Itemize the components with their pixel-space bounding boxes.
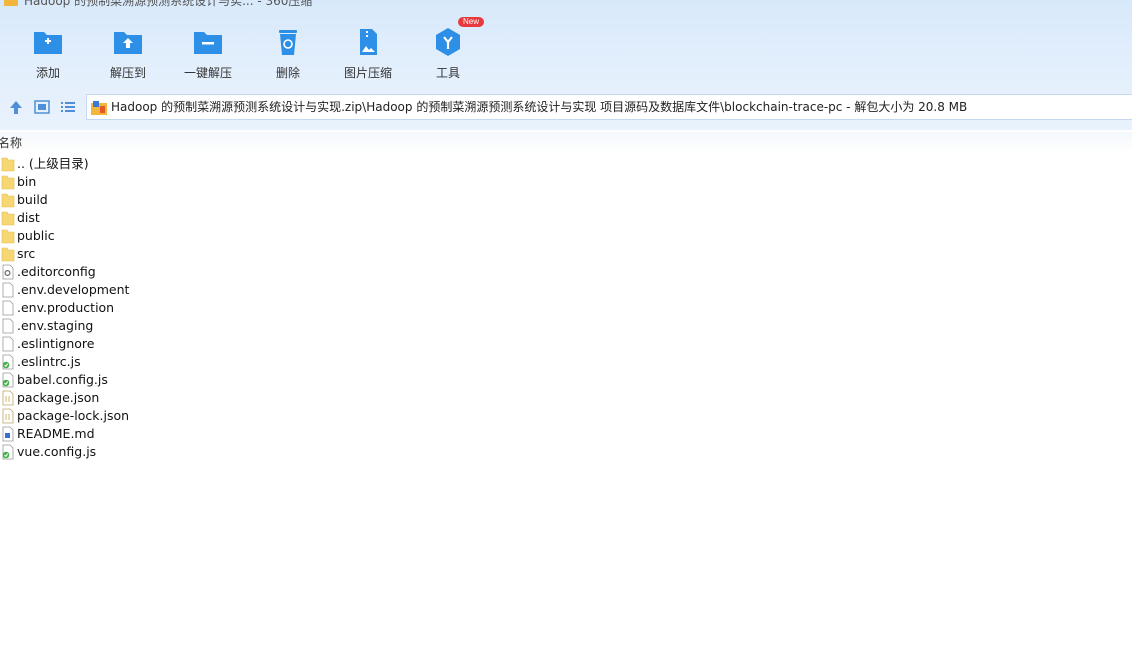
extract-to-icon bbox=[114, 32, 142, 54]
file-name: .env.development bbox=[17, 282, 130, 297]
js-file-icon bbox=[1, 354, 15, 370]
file-list: .. (上级目录) bin build dist public src .editorcon… bbox=[0, 155, 1132, 461]
file-icon bbox=[1, 336, 15, 352]
file-name: build bbox=[17, 192, 48, 207]
file-name: .env.staging bbox=[17, 318, 94, 333]
file-name: vue.config.js bbox=[17, 444, 97, 459]
file-icon bbox=[1, 300, 15, 316]
config-file-icon bbox=[1, 264, 15, 280]
folder-icon bbox=[1, 246, 15, 262]
file-name: package-lock.json bbox=[17, 408, 130, 423]
up-arrow-icon[interactable] bbox=[7, 98, 25, 116]
file-name: package.json bbox=[17, 390, 100, 405]
file-list-item[interactable]: README.md bbox=[0, 425, 1132, 443]
file-list-item[interactable]: .eslintignore bbox=[0, 335, 1132, 353]
one-click-extract-button[interactable]: 一键解压 bbox=[168, 22, 248, 82]
file-list-item[interactable]: public bbox=[0, 227, 1132, 245]
delete-label: 删除 bbox=[275, 66, 300, 80]
image-compress-icon bbox=[360, 29, 377, 55]
file-list-item[interactable]: babel.config.js bbox=[0, 371, 1132, 389]
file-icon bbox=[1, 282, 15, 298]
file-list-item[interactable]: package.json bbox=[0, 389, 1132, 407]
js-file-icon bbox=[1, 444, 15, 460]
one-click-extract-icon bbox=[194, 32, 222, 54]
file-list-item[interactable]: bin bbox=[0, 173, 1132, 191]
list-view-icon[interactable] bbox=[59, 98, 77, 116]
file-list-item[interactable]: .eslintrc.js bbox=[0, 353, 1132, 371]
image-compress-button[interactable]: 图片压缩 bbox=[328, 22, 408, 82]
zip-archive-icon bbox=[91, 101, 107, 115]
file-list-item[interactable]: .env.production bbox=[0, 299, 1132, 317]
window-title: Hadoop 的预制菜溯源预测系统设计与实... - 360压缩 bbox=[24, 0, 313, 8]
file-name: dist bbox=[17, 210, 40, 225]
file-list-item[interactable]: package-lock.json bbox=[0, 407, 1132, 425]
column-name-header[interactable]: 名称 bbox=[0, 134, 22, 151]
toolbar: 添加 解压到 一键解压 删除 图片压缩 New 工具 bbox=[0, 17, 600, 84]
extract-to-button[interactable]: 解压到 bbox=[88, 22, 168, 82]
file-list-item[interactable]: dist bbox=[0, 209, 1132, 227]
new-badge: New bbox=[458, 17, 485, 27]
file-name: .. (上级目录) bbox=[17, 156, 89, 171]
image-compress-label: 图片压缩 bbox=[343, 66, 392, 80]
folder-icon bbox=[1, 210, 15, 226]
folder-icon bbox=[1, 228, 15, 244]
tools-icon bbox=[436, 28, 460, 56]
file-name: .env.production bbox=[17, 300, 115, 315]
folder-icon bbox=[1, 174, 15, 190]
file-name: .eslintrc.js bbox=[17, 354, 81, 369]
json-file-icon bbox=[1, 408, 15, 424]
delete-button[interactable]: 删除 bbox=[248, 22, 328, 82]
file-list-item[interactable]: .editorconfig bbox=[0, 263, 1132, 281]
file-name: public bbox=[17, 228, 55, 243]
js-file-icon bbox=[1, 372, 15, 388]
markdown-file-icon bbox=[1, 426, 15, 442]
one-click-extract-label: 一键解压 bbox=[183, 66, 232, 80]
file-name: README.md bbox=[17, 426, 95, 441]
column-header[interactable]: 名称 bbox=[0, 132, 1132, 152]
address-bar[interactable]: Hadoop 的预制菜溯源预测系统设计与实现.zip\Hadoop 的预制菜溯源… bbox=[86, 94, 1132, 120]
file-list-item[interactable]: .env.development bbox=[0, 281, 1132, 299]
extract-to-label: 解压到 bbox=[109, 66, 146, 80]
file-name: bin bbox=[17, 174, 37, 189]
file-list-item[interactable]: src bbox=[0, 245, 1132, 263]
address-path: Hadoop 的预制菜溯源预测系统设计与实现.zip\Hadoop 的预制菜溯源… bbox=[111, 100, 968, 114]
add-label: 添加 bbox=[35, 66, 60, 80]
app-window: Hadoop 的预制菜溯源预测系统设计与实... - 360压缩 添加 解压到 bbox=[0, 0, 1132, 654]
recycle-bin-icon bbox=[279, 30, 297, 55]
add-folder-icon bbox=[34, 32, 62, 54]
parent-folder-icon bbox=[1, 156, 15, 172]
file-name: babel.config.js bbox=[17, 372, 108, 387]
file-list-item[interactable]: .env.staging bbox=[0, 317, 1132, 335]
file-name: src bbox=[17, 246, 36, 261]
file-name: .eslintignore bbox=[17, 336, 95, 351]
app-logo-icon bbox=[4, 0, 18, 6]
json-file-icon bbox=[1, 390, 15, 406]
folder-icon bbox=[1, 192, 15, 208]
tools-label: 工具 bbox=[435, 66, 460, 80]
file-name: .editorconfig bbox=[17, 264, 96, 279]
file-list-item[interactable]: .. (上级目录) bbox=[0, 155, 1132, 173]
file-icon bbox=[1, 318, 15, 334]
tools-button[interactable]: New 工具 bbox=[408, 17, 488, 82]
add-button[interactable]: 添加 bbox=[8, 22, 88, 82]
thumbnail-view-icon[interactable] bbox=[33, 98, 51, 116]
file-list-item[interactable]: build bbox=[0, 191, 1132, 209]
file-list-item[interactable]: vue.config.js bbox=[0, 443, 1132, 461]
title-bar: Hadoop 的预制菜溯源预测系统设计与实... - 360压缩 bbox=[0, 0, 600, 9]
